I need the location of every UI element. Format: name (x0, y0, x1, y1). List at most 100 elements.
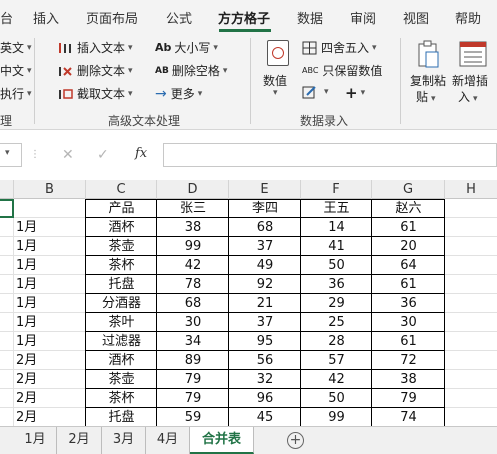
month-cell[interactable]: 1月 (14, 237, 86, 256)
table-cell[interactable]: 茶杯 (86, 256, 157, 275)
selected-cell[interactable] (0, 199, 14, 218)
table-cell[interactable]: 41 (301, 237, 372, 256)
column-header-h[interactable]: H (445, 180, 497, 199)
table-cell[interactable]: 64 (372, 256, 445, 275)
english-button[interactable]: 英文 ▾ (0, 39, 32, 56)
table-cell[interactable]: 托盘 (86, 408, 157, 426)
sheet-tab-mar[interactable]: 3月 (102, 427, 146, 454)
sheet-tab-merged[interactable]: 合并表 (190, 427, 254, 454)
table-cell[interactable]: 99 (301, 408, 372, 426)
table-cell[interactable]: 89 (157, 351, 229, 370)
tab-help[interactable]: 帮助 (455, 8, 481, 27)
chinese-button[interactable]: 中文 ▾ (0, 62, 32, 79)
table-cell[interactable]: 38 (157, 218, 229, 237)
table-header-cell[interactable]: 张三 (157, 199, 229, 218)
column-header-c[interactable]: C (86, 180, 157, 199)
new-insert-button[interactable]: 新增插 入 ▾ (452, 40, 497, 110)
tab-fangfang-grid[interactable]: 方方格子 (218, 8, 270, 27)
table-cell[interactable]: 酒杯 (86, 218, 157, 237)
table-cell[interactable]: 68 (157, 294, 229, 313)
value-button[interactable]: 数值 ▾ (263, 40, 293, 104)
column-header-b[interactable]: B (14, 180, 86, 199)
month-cell[interactable]: 1月 (14, 313, 86, 332)
month-cell[interactable]: 2月 (14, 370, 86, 389)
table-cell[interactable]: 28 (301, 332, 372, 351)
table-cell[interactable]: 59 (157, 408, 229, 426)
table-cell[interactable]: 79 (372, 389, 445, 408)
table-cell[interactable]: 32 (229, 370, 301, 389)
table-cell[interactable]: 过滤器 (86, 332, 157, 351)
table-cell[interactable]: 36 (372, 294, 445, 313)
table-cell[interactable]: 95 (229, 332, 301, 351)
month-cell[interactable]: 1月 (14, 256, 86, 275)
spreadsheet-grid[interactable]: 产品 张三 李四 王五 赵六 1月 酒杯 38 68 14 61 1月 茶壶 99 37 41 20 1月 茶杯 42… (0, 199, 497, 426)
table-cell[interactable]: 79 (157, 370, 229, 389)
table-cell[interactable]: 36 (301, 275, 372, 294)
table-header-cell[interactable]: 李四 (229, 199, 301, 218)
insert-text-button[interactable]: 插入文本 ▾ (58, 39, 133, 56)
table-cell[interactable]: 30 (157, 313, 229, 332)
table-cell[interactable]: 茶壶 (86, 370, 157, 389)
insert-function-icon[interactable]: fx (135, 146, 147, 161)
table-cell[interactable]: 38 (372, 370, 445, 389)
execute-button[interactable]: 执行 ▾ (0, 85, 32, 102)
table-cell[interactable]: 45 (229, 408, 301, 426)
month-cell[interactable]: 1月 (14, 332, 86, 351)
table-cell[interactable]: 37 (229, 313, 301, 332)
table-cell[interactable]: 21 (229, 294, 301, 313)
table-cell[interactable]: 99 (157, 237, 229, 256)
table-cell[interactable]: 茶叶 (86, 313, 157, 332)
sheet-tab-jan[interactable]: 1月 (14, 427, 57, 454)
table-cell[interactable]: 61 (372, 218, 445, 237)
case-button[interactable]: Ab 大小写 ▾ (155, 39, 218, 56)
table-cell[interactable]: 茶壶 (86, 237, 157, 256)
table-cell[interactable]: 50 (301, 389, 372, 408)
confirm-icon[interactable]: ✓ (97, 147, 109, 163)
tab-data[interactable]: 数据 (297, 8, 323, 27)
sheet-tab-apr[interactable]: 4月 (146, 427, 190, 454)
table-header-cell[interactable]: 赵六 (372, 199, 445, 218)
add-button[interactable]: + ▾ (345, 84, 365, 102)
month-cell[interactable]: 2月 (14, 389, 86, 408)
cancel-icon[interactable]: ✕ (62, 147, 74, 163)
table-cell[interactable]: 96 (229, 389, 301, 408)
keep-value-button[interactable]: ABC 只保留数值 (302, 62, 382, 79)
month-cell[interactable]: 2月 (14, 351, 86, 370)
table-cell[interactable]: 34 (157, 332, 229, 351)
drag-handle-icon[interactable]: ⋮ (30, 143, 40, 167)
format-brush-button[interactable]: ▾ (302, 85, 329, 99)
round-button[interactable]: 四舍五入 ▾ (302, 39, 377, 56)
column-header-a-partial[interactable] (0, 180, 14, 199)
table-cell[interactable]: 42 (301, 370, 372, 389)
table-cell[interactable]: 79 (157, 389, 229, 408)
table-cell[interactable]: 37 (229, 237, 301, 256)
table-cell[interactable]: 茶杯 (86, 389, 157, 408)
table-cell[interactable]: 68 (229, 218, 301, 237)
column-header-d[interactable]: D (157, 180, 229, 199)
table-cell[interactable]: 30 (372, 313, 445, 332)
delete-space-button[interactable]: AB 删除空格 ▾ (155, 62, 227, 79)
name-box[interactable]: ▾ (0, 143, 22, 167)
table-cell[interactable]: 92 (229, 275, 301, 294)
add-sheet-icon[interactable]: + (287, 432, 304, 449)
table-header-cell[interactable]: 王五 (301, 199, 372, 218)
sheet-tab-feb[interactable]: 2月 (57, 427, 102, 454)
table-cell[interactable]: 14 (301, 218, 372, 237)
delete-text-button[interactable]: 删除文本 ▾ (58, 62, 133, 79)
month-cell[interactable]: 1月 (14, 275, 86, 294)
month-cell[interactable]: 2月 (14, 408, 86, 426)
table-cell[interactable]: 29 (301, 294, 372, 313)
table-cell[interactable]: 托盘 (86, 275, 157, 294)
table-header-cell[interactable]: 产品 (86, 199, 157, 218)
table-cell[interactable]: 78 (157, 275, 229, 294)
tab-review[interactable]: 审阅 (350, 8, 376, 27)
column-header-e[interactable]: E (229, 180, 301, 199)
table-cell[interactable]: 分酒器 (86, 294, 157, 313)
copy-paste-button[interactable]: 复制粘 贴 ▾ (410, 40, 446, 110)
formula-input[interactable] (163, 143, 497, 167)
tab-home-partial[interactable]: 台 (0, 8, 13, 27)
extract-text-button[interactable]: 截取文本 ▾ (58, 85, 133, 102)
tab-page-layout[interactable]: 页面布局 (86, 8, 138, 27)
table-cell[interactable]: 25 (301, 313, 372, 332)
column-header-g[interactable]: G (372, 180, 445, 199)
